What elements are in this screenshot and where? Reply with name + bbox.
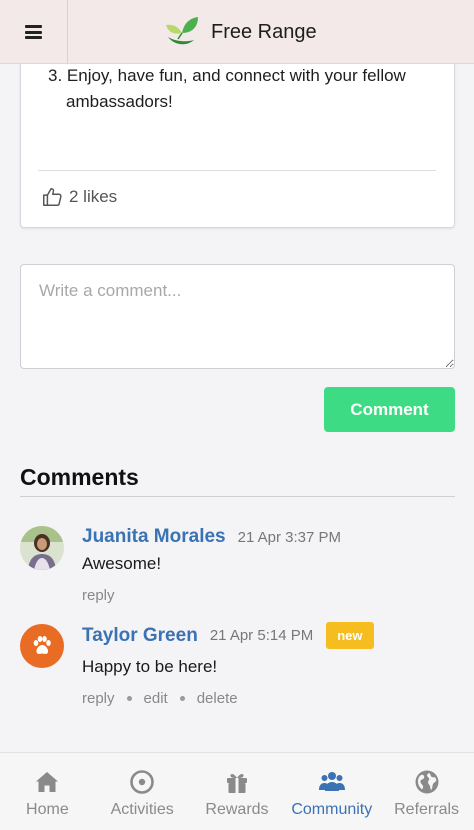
comment-author[interactable]: Juanita Morales [82,526,226,548]
bottom-nav: Home Activities Rewards Community Referr… [0,752,474,830]
nav-label: Home [26,801,69,818]
separator-dot [179,696,185,701]
comment-actions: reply [82,587,115,604]
edit-link[interactable]: edit [144,690,168,707]
thumbs-up-icon [43,188,62,206]
comment-actions: reply edit delete [82,690,238,707]
nav-label: Rewards [205,801,269,818]
nav-item-rewards[interactable]: Rewards [190,753,285,830]
delete-link[interactable]: delete [197,690,238,707]
avatar[interactable] [20,624,64,668]
comment-text: Happy to be here! [82,657,218,676]
target-icon [130,770,154,794]
app-name: Free Range [211,20,317,43]
comments-heading: Comments [20,464,139,490]
hamburger-icon [25,25,42,39]
comment-submit-button[interactable]: Comment [324,387,455,432]
likes-button[interactable]: 2 likes [41,186,117,208]
comment-header: Juanita Morales 21 Apr 3:37 PM [82,526,341,548]
card-divider [38,170,436,171]
nav-label: Referrals [394,801,460,818]
nav-item-community[interactable]: Community [284,753,379,830]
menu-button[interactable] [0,0,68,64]
comment-header: Taylor Green 21 Apr 5:14 PM new [82,622,374,649]
nav-item-activities[interactable]: Activities [95,753,190,830]
post-step-text: 3. Enjoy, have fun, and connect with you… [48,66,406,111]
comment-author[interactable]: Taylor Green [82,625,198,647]
user-photo-icon [20,526,64,570]
likes-count: 2 likes [69,187,118,206]
reply-link[interactable]: reply [82,587,115,604]
home-icon [36,772,59,792]
nav-label: Activities [110,801,174,818]
reply-link[interactable]: reply [82,690,115,707]
gift-icon [226,773,247,793]
nav-label: Community [291,801,373,818]
leaf-logo-icon [166,17,198,45]
separator-dot [126,696,132,701]
comment-input[interactable] [20,264,455,369]
comment-text: Awesome! [82,554,162,573]
nav-item-home[interactable]: Home [0,753,95,830]
post-card: 3. Enjoy, have fun, and connect with you… [20,40,455,228]
globe-icon [415,770,439,794]
app-header: Free Range [0,0,474,64]
comment-time: 21 Apr 3:37 PM [237,528,342,546]
avatar[interactable] [20,526,64,570]
brand[interactable]: Free Range [164,14,317,50]
paw-icon [33,636,51,654]
comment-item: Taylor Green 21 Apr 5:14 PM new Happy to… [20,622,460,714]
users-icon [318,772,345,791]
comments-divider [20,496,455,497]
comment-item: Juanita Morales 21 Apr 3:37 PM Awesome! … [20,526,460,606]
nav-item-referrals[interactable]: Referrals [379,753,474,830]
comment-time: 21 Apr 5:14 PM [209,627,314,644]
new-badge: new [326,622,374,649]
